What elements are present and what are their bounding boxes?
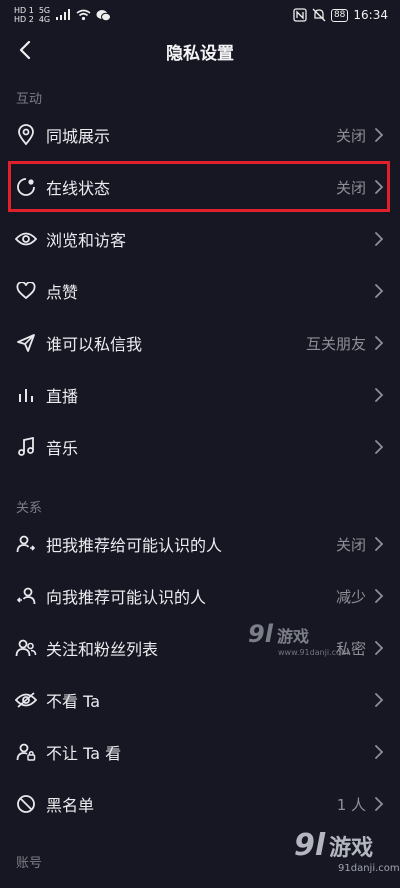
heart-icon xyxy=(15,280,37,302)
row-online-status[interactable]: 在线状态 关闭 xyxy=(0,161,400,213)
network-type: 5G 4G xyxy=(38,5,51,24)
chevron-right-icon xyxy=(375,388,384,402)
user-lock-icon xyxy=(15,741,37,763)
watermark-cn: 游戏 xyxy=(329,836,374,861)
row-recommend-me-to-others[interactable]: 把我推荐给可能认识的人 关闭 xyxy=(0,518,400,570)
eye-icon xyxy=(15,228,37,250)
mute-bell-icon xyxy=(312,8,326,22)
watermark-url: www.91danji.com xyxy=(278,648,349,657)
row-label: 关注和粉丝列表 xyxy=(46,640,159,659)
page-title: 隐私设置 xyxy=(166,44,234,64)
chevron-right-icon xyxy=(375,537,384,551)
row-label: 不让 Ta 看 xyxy=(46,744,122,763)
sim-1-label: HD 1 xyxy=(14,5,34,15)
row-label: 在线状态 xyxy=(46,179,111,198)
row-label: 把我推荐给可能认识的人 xyxy=(46,536,223,555)
chevron-right-icon xyxy=(375,180,384,194)
row-hide-their-content[interactable]: 不看 Ta xyxy=(0,674,400,726)
row-label: 直播 xyxy=(46,387,79,406)
block-icon xyxy=(15,793,37,815)
row-label: 谁可以私信我 xyxy=(46,335,143,354)
chevron-right-icon xyxy=(375,440,384,454)
status-bar-right: 88 16:34 xyxy=(293,8,388,22)
row-label: 黑名单 xyxy=(46,796,95,815)
users-icon xyxy=(15,637,37,659)
chevron-right-icon xyxy=(375,745,384,759)
section-label-interaction: 互动 xyxy=(16,92,43,107)
user-receive-icon xyxy=(15,585,37,607)
row-value: 互关朋友 xyxy=(305,334,366,353)
row-nearby-display[interactable]: 同城展示 关闭 xyxy=(0,109,400,161)
row-likes[interactable]: 点赞 xyxy=(0,265,400,317)
network-type-1: 5G xyxy=(38,5,51,15)
sim-indicators: HD 1 HD 2 xyxy=(14,5,34,24)
row-hide-my-content[interactable]: 不让 Ta 看 xyxy=(0,726,400,778)
watermark-logo: 9l xyxy=(248,620,273,648)
row-who-can-message[interactable]: 谁可以私信我 互关朋友 xyxy=(0,317,400,369)
section-label-relationship: 关系 xyxy=(16,501,43,516)
row-label: 浏览和访客 xyxy=(46,231,127,250)
signal-icon xyxy=(56,9,71,20)
battery-level: 88 xyxy=(330,8,349,22)
wifi-icon xyxy=(76,9,91,21)
online-status-icon xyxy=(15,176,37,198)
row-label: 不看 Ta xyxy=(46,692,101,711)
row-recommend-to-me[interactable]: 向我推荐可能认识的人 减少 xyxy=(0,570,400,622)
row-blacklist[interactable]: 黑名单 1 人 xyxy=(0,778,400,830)
chevron-right-icon xyxy=(375,284,384,298)
row-live[interactable]: 直播 xyxy=(0,369,400,421)
sim-2-label: HD 2 xyxy=(14,14,34,24)
watermark-cn: 游戏 xyxy=(276,627,309,646)
status-bar: HD 1 HD 2 5G 4G 88 16:34 xyxy=(0,0,400,30)
watermark-logo: 9l xyxy=(294,828,326,863)
watermark-url: 91danji.com xyxy=(338,863,400,874)
row-label: 向我推荐可能认识的人 xyxy=(46,588,207,607)
chevron-right-icon xyxy=(375,797,384,811)
row-browse-visitors[interactable]: 浏览和访客 xyxy=(0,213,400,265)
nfc-icon xyxy=(293,8,307,22)
eye-off-icon xyxy=(15,689,37,711)
wechat-icon xyxy=(96,9,112,21)
user-share-icon xyxy=(15,533,37,555)
row-label: 点赞 xyxy=(46,283,79,302)
row-value: 关闭 xyxy=(335,126,366,145)
row-label: 同城展示 xyxy=(46,127,111,146)
chevron-right-icon xyxy=(375,589,384,603)
section-label-account: 账号 xyxy=(16,856,43,871)
row-label: 音乐 xyxy=(46,439,79,458)
row-music[interactable]: 音乐 xyxy=(0,421,400,473)
row-value: 减少 xyxy=(335,587,366,606)
watermark-corner: 9l 游戏 91danji.com xyxy=(294,828,400,884)
chevron-right-icon xyxy=(375,641,384,655)
row-value: 关闭 xyxy=(335,535,366,554)
nav-bar: 隐私设置 xyxy=(0,30,400,70)
chevron-right-icon xyxy=(375,128,384,142)
chevron-right-icon xyxy=(375,693,384,707)
status-bar-left: HD 1 HD 2 5G 4G xyxy=(14,5,112,24)
chevron-right-icon xyxy=(375,232,384,246)
music-note-icon xyxy=(15,436,37,458)
location-pin-icon xyxy=(15,124,37,146)
row-value: 1 人 xyxy=(336,795,366,814)
watermark-center: 9l 游戏 www.91danji.com xyxy=(248,620,358,664)
live-bars-icon xyxy=(15,384,37,406)
clock: 16:34 xyxy=(353,8,388,22)
network-type-2: 4G xyxy=(38,14,51,24)
chevron-right-icon xyxy=(375,336,384,350)
row-value: 关闭 xyxy=(335,178,366,197)
paper-plane-icon xyxy=(15,332,37,354)
